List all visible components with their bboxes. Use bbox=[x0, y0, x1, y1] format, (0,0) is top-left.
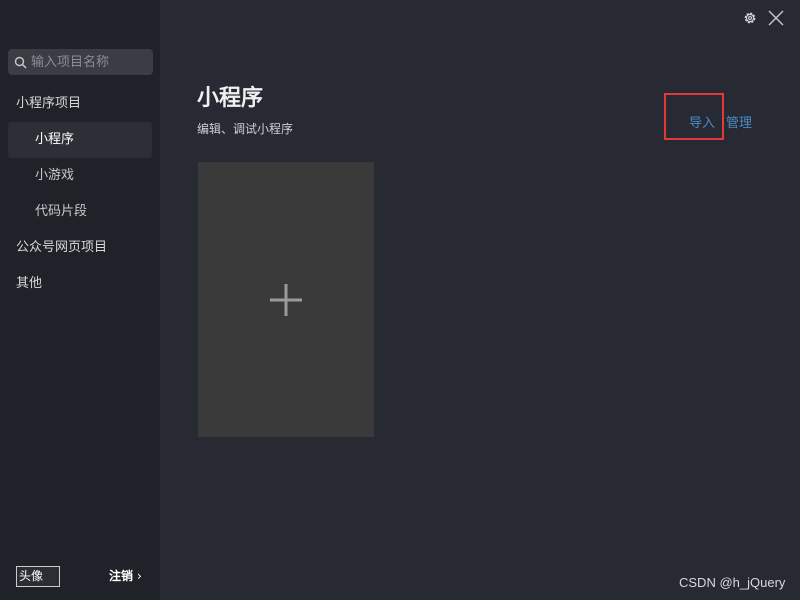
sidebar-item-miniprogram-projects[interactable]: 小程序项目 bbox=[0, 86, 160, 122]
sidebar-item-minigame[interactable]: 小游戏 bbox=[0, 158, 160, 194]
avatar-alt-text: 头像 bbox=[19, 569, 44, 583]
search-input[interactable] bbox=[31, 54, 146, 70]
sidebar-nav: 小程序项目 小程序 小游戏 代码片段 公众号网页项目 其他 bbox=[0, 86, 160, 302]
sidebar-item-miniprogram[interactable]: 小程序 bbox=[8, 122, 152, 158]
manage-link[interactable]: 管理 bbox=[726, 112, 752, 131]
logout-label: 注销 bbox=[109, 569, 134, 583]
plus-icon bbox=[270, 283, 302, 316]
sidebar: 小程序项目 小程序 小游戏 代码片段 公众号网页项目 其他 头像 注销› bbox=[0, 0, 160, 600]
gear-icon[interactable] bbox=[742, 10, 758, 26]
chevron-right-icon: › bbox=[137, 569, 142, 583]
watermark: CSDN @h_jQuery bbox=[679, 575, 786, 590]
new-project-card[interactable] bbox=[198, 162, 374, 437]
search-box[interactable] bbox=[8, 49, 153, 75]
close-icon[interactable] bbox=[767, 9, 785, 27]
avatar[interactable]: 头像 bbox=[16, 566, 60, 587]
search-icon bbox=[14, 56, 27, 69]
sidebar-item-code-snippets[interactable]: 代码片段 bbox=[0, 194, 160, 230]
sidebar-item-other[interactable]: 其他 bbox=[0, 266, 160, 302]
page-subtitle: 编辑、调试小程序 bbox=[197, 122, 294, 136]
sidebar-item-official-account-web[interactable]: 公众号网页项目 bbox=[0, 230, 160, 266]
logout-button[interactable]: 注销 › bbox=[109, 567, 142, 584]
import-link[interactable]: 导入 bbox=[689, 112, 715, 131]
page-title: 小程序 bbox=[197, 86, 264, 111]
